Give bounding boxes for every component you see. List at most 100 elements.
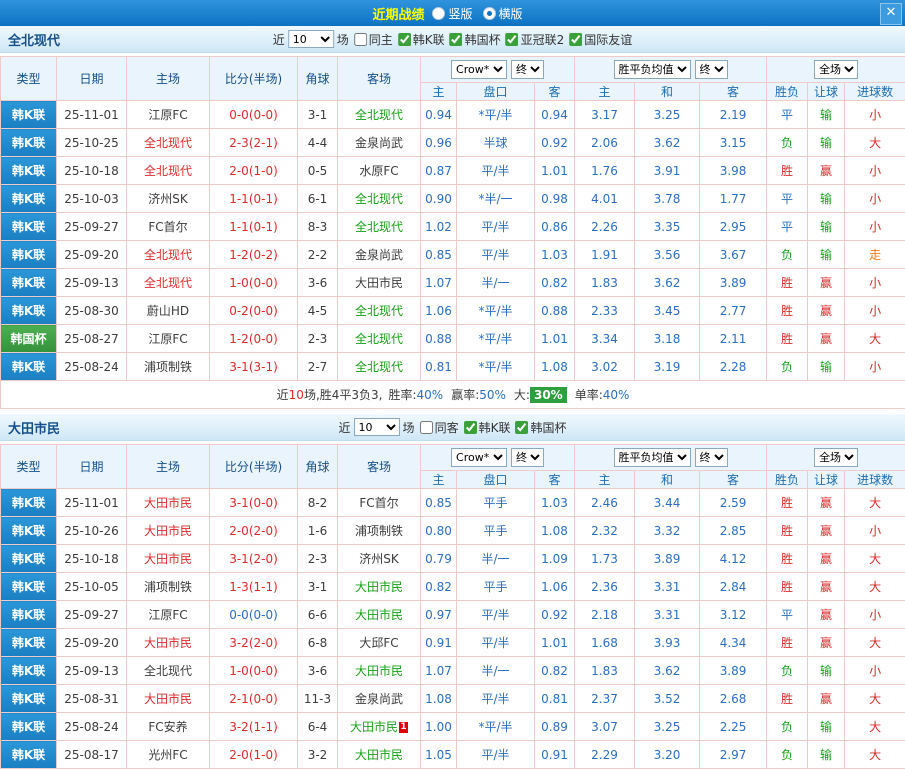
sub-header-5: 客 bbox=[700, 471, 767, 489]
result-cell: 负 bbox=[767, 713, 808, 741]
wdl-stage-select[interactable]: 终 bbox=[695, 60, 728, 79]
layout-vertical-radio[interactable]: 竖版 bbox=[432, 5, 472, 22]
filter-label: 国际友谊 bbox=[584, 31, 632, 48]
draw-odds-cell: 3.78 bbox=[635, 185, 700, 213]
corner-cell: 3-6 bbox=[298, 269, 338, 297]
win-odds-cell: 2.26 bbox=[575, 213, 635, 241]
home-team-cell: 全北现代 bbox=[127, 241, 210, 269]
close-button[interactable]: ✕ bbox=[880, 3, 902, 25]
draw-odds-cell: 3.31 bbox=[635, 601, 700, 629]
home-team-cell: 浦项制铁 bbox=[127, 353, 210, 381]
lose-odds-cell: 2.28 bbox=[700, 353, 767, 381]
wdl-stage-select[interactable]: 终 bbox=[695, 448, 728, 467]
goals-cell: 小 bbox=[845, 101, 905, 129]
games-label: 场 bbox=[337, 31, 349, 48]
match-row: 韩K联25-09-20大田市民3-2(2-0)6-8大邱FC0.91平/半1.0… bbox=[1, 629, 905, 657]
home-odds-cell: 1.07 bbox=[421, 269, 457, 297]
sub-header-4: 和 bbox=[635, 471, 700, 489]
filter-option-3[interactable]: 亚冠联2 bbox=[506, 31, 565, 48]
away-odds-cell: 0.92 bbox=[535, 601, 575, 629]
corner-cell: 3-1 bbox=[298, 573, 338, 601]
lose-odds-cell: 2.95 bbox=[700, 213, 767, 241]
draw-odds-cell: 3.25 bbox=[635, 101, 700, 129]
result-cell: 负 bbox=[767, 241, 808, 269]
filter-checkbox[interactable] bbox=[354, 33, 367, 46]
filter-checkbox[interactable] bbox=[450, 33, 463, 46]
filter-checkbox[interactable] bbox=[464, 421, 477, 434]
col-header-4: 角球 bbox=[298, 445, 338, 489]
sub-header-1: 盘口 bbox=[457, 471, 535, 489]
scope-select[interactable]: 全场 bbox=[814, 60, 858, 79]
league-cell: 韩K联 bbox=[1, 297, 57, 325]
filter-checkbox[interactable] bbox=[515, 421, 528, 434]
away-odds-cell: 0.98 bbox=[535, 185, 575, 213]
result-cell: 胜 bbox=[767, 157, 808, 185]
handicap-result-cell: 输 bbox=[808, 741, 845, 769]
filter-option-4[interactable]: 国际友谊 bbox=[569, 31, 632, 48]
filter-checkbox[interactable] bbox=[506, 33, 519, 46]
match-count-select[interactable]: 10 bbox=[354, 418, 400, 436]
draw-odds-cell: 3.89 bbox=[635, 545, 700, 573]
win-odds-cell: 1.83 bbox=[575, 657, 635, 685]
home-odds-cell: 0.81 bbox=[421, 353, 457, 381]
sub-header-6: 胜负 bbox=[767, 83, 808, 101]
home-team-cell: 大田市民 bbox=[127, 489, 210, 517]
matches-table: 类型日期主场比分(半场)角球客场Crow*终胜平负均值终全场主盘口客主和客胜负让… bbox=[0, 444, 905, 769]
home-team-cell: 全北现代 bbox=[127, 157, 210, 185]
away-team-cell: 大田市民 bbox=[338, 601, 421, 629]
close-icon: ✕ bbox=[886, 5, 897, 20]
filter-checkbox[interactable] bbox=[420, 421, 433, 434]
league-cell: 韩K联 bbox=[1, 213, 57, 241]
col-header-1: 日期 bbox=[57, 445, 127, 489]
wdl-type-select[interactable]: 胜平负均值 bbox=[614, 60, 691, 79]
filter-option-0[interactable]: 同客 bbox=[420, 419, 459, 436]
lose-odds-cell: 2.84 bbox=[700, 573, 767, 601]
goals-cell: 大 bbox=[845, 685, 905, 713]
lose-odds-cell: 3.98 bbox=[700, 157, 767, 185]
filter-option-0[interactable]: 同主 bbox=[354, 31, 393, 48]
odds-source-select[interactable]: Crow* bbox=[451, 60, 507, 79]
handicap-result-cell: 赢 bbox=[808, 157, 845, 185]
home-odds-cell: 1.00 bbox=[421, 713, 457, 741]
away-odds-cell: 1.01 bbox=[535, 157, 575, 185]
filter-checkbox[interactable] bbox=[569, 33, 582, 46]
away-team-cell: 全北现代 bbox=[338, 213, 421, 241]
away-odds-cell: 1.08 bbox=[535, 353, 575, 381]
odds-stage-select[interactable]: 终 bbox=[511, 60, 544, 79]
odds-source-select[interactable]: Crow* bbox=[451, 448, 507, 467]
filter-option-2[interactable]: 韩国杯 bbox=[515, 419, 566, 436]
date-cell: 25-10-05 bbox=[57, 573, 127, 601]
draw-odds-cell: 3.20 bbox=[635, 741, 700, 769]
corner-cell: 1-6 bbox=[298, 517, 338, 545]
filter-option-1[interactable]: 韩K联 bbox=[398, 31, 445, 48]
layout-horizontal-radio[interactable]: 横版 bbox=[483, 5, 523, 22]
corner-cell: 4-5 bbox=[298, 297, 338, 325]
goals-cell: 小 bbox=[845, 601, 905, 629]
handicap-result-cell: 输 bbox=[808, 185, 845, 213]
away-odds-cell: 0.89 bbox=[535, 713, 575, 741]
summary-count: 10 bbox=[289, 388, 304, 402]
handicap-cell: 平/半 bbox=[457, 157, 535, 185]
filters-bar: 近10场同客韩K联韩国杯 bbox=[339, 418, 567, 436]
league-cell: 韩K联 bbox=[1, 269, 57, 297]
filter-checkbox[interactable] bbox=[398, 33, 411, 46]
col-header-2: 主场 bbox=[127, 57, 210, 101]
sub-header-0: 主 bbox=[421, 83, 457, 101]
sub-header-3: 主 bbox=[575, 471, 635, 489]
win-odds-cell: 2.36 bbox=[575, 573, 635, 601]
score-cell: 0-0(0-0) bbox=[210, 601, 298, 629]
date-cell: 25-09-20 bbox=[57, 241, 127, 269]
home-team-cell: 蔚山HD bbox=[127, 297, 210, 325]
draw-odds-cell: 3.45 bbox=[635, 297, 700, 325]
match-count-select[interactable]: 10 bbox=[288, 30, 334, 48]
date-cell: 25-08-24 bbox=[57, 713, 127, 741]
win-odds-cell: 2.37 bbox=[575, 685, 635, 713]
wdl-type-select[interactable]: 胜平负均值 bbox=[614, 448, 691, 467]
away-team-cell: 全北现代 bbox=[338, 297, 421, 325]
odds-stage-select[interactable]: 终 bbox=[511, 448, 544, 467]
filter-option-2[interactable]: 韩国杯 bbox=[450, 31, 501, 48]
scope-select[interactable]: 全场 bbox=[814, 448, 858, 467]
home-odds-cell: 0.80 bbox=[421, 517, 457, 545]
home-team-cell: FC首尔 bbox=[127, 213, 210, 241]
filter-option-1[interactable]: 韩K联 bbox=[464, 419, 511, 436]
